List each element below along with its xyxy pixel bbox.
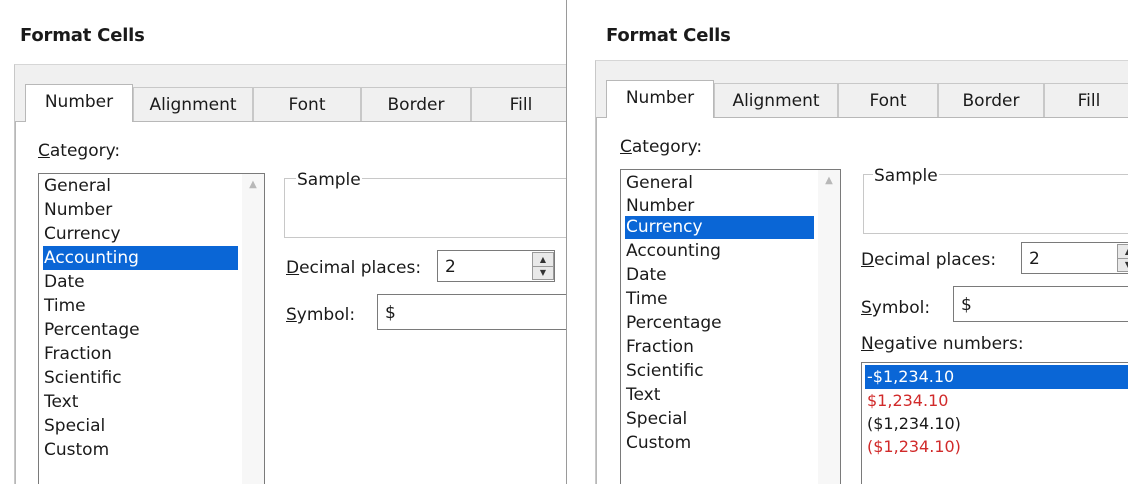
dialog-body: Number Alignment Font Border Fill Catego…: [14, 64, 566, 484]
list-item-selected[interactable]: Currency: [625, 216, 814, 239]
list-item[interactable]: Number: [625, 194, 814, 218]
list-item[interactable]: Text: [625, 383, 814, 407]
category-label: Category:: [38, 141, 121, 161]
spin-up-icon[interactable]: ▲: [1118, 245, 1128, 259]
symbol-label: Symbol:: [861, 298, 931, 318]
tab-font[interactable]: Font: [253, 87, 361, 121]
format-cells-dialog-right: Format Cells Number Alignment Font Borde…: [583, 0, 1128, 484]
scroll-up-icon[interactable]: ▲: [242, 174, 264, 196]
number-tab-content: Category: General Number Currency Accoun…: [596, 118, 1128, 484]
spin-down-icon[interactable]: ▼: [1118, 258, 1128, 271]
list-item[interactable]: Date: [625, 263, 814, 287]
list-item[interactable]: Percentage: [625, 311, 814, 335]
category-listbox[interactable]: General Number Currency Accounting Date …: [38, 173, 265, 484]
list-item[interactable]: Scientific: [43, 366, 238, 390]
category-scrollbar[interactable]: ▲: [818, 170, 840, 484]
symbol-label: Symbol:: [286, 305, 356, 325]
tab-alignment[interactable]: Alignment: [133, 87, 253, 121]
list-item[interactable]: General: [43, 174, 238, 198]
negative-option-red[interactable]: $1,234.10: [865, 389, 1128, 413]
category-scrollbar[interactable]: ▲: [242, 174, 264, 484]
list-item[interactable]: Fraction: [43, 342, 238, 366]
panel-gap: [566, 0, 583, 484]
list-item[interactable]: General: [625, 171, 814, 195]
tab-border[interactable]: Border: [361, 87, 471, 121]
tab-fill[interactable]: Fill: [1044, 83, 1128, 117]
list-item[interactable]: Scientific: [625, 359, 814, 383]
scroll-up-icon[interactable]: ▲: [818, 170, 840, 192]
number-tab-content: Category: General Number Currency Accoun…: [15, 122, 566, 484]
list-item[interactable]: Percentage: [43, 318, 238, 342]
negative-numbers-label: Negative numbers:: [861, 334, 1024, 354]
sample-label: Sample: [296, 170, 362, 190]
decimal-places-spinner[interactable]: ▲ ▼: [1117, 244, 1128, 272]
tab-border[interactable]: Border: [938, 83, 1044, 117]
list-item[interactable]: Custom: [625, 431, 814, 455]
tab-strip: Number Alignment Font Border Fill: [596, 80, 1128, 118]
tab-strip: Number Alignment Font Border Fill: [15, 84, 566, 122]
list-item-selected[interactable]: Accounting: [43, 246, 238, 270]
dialog-title: Format Cells: [20, 25, 145, 46]
negative-option-parentheses-red[interactable]: ($1,234.10): [865, 435, 1128, 459]
decimal-places-input[interactable]: 2: [1021, 242, 1128, 274]
negative-option-parentheses[interactable]: ($1,234.10): [865, 412, 1128, 436]
list-item[interactable]: Currency: [43, 222, 238, 246]
decimal-places-spinner[interactable]: ▲ ▼: [532, 252, 554, 280]
dialog-body: Number Alignment Font Border Fill Catego…: [595, 60, 1128, 484]
decimal-places-label: Decimal places:: [286, 258, 422, 278]
panel-separator: [566, 0, 567, 484]
spin-up-icon[interactable]: ▲: [533, 253, 553, 267]
list-item[interactable]: Time: [625, 287, 814, 311]
tab-font[interactable]: Font: [838, 83, 938, 117]
list-item[interactable]: Time: [43, 294, 238, 318]
category-listbox[interactable]: General Number Currency Accounting Date …: [620, 169, 841, 484]
tab-fill[interactable]: Fill: [471, 87, 566, 121]
list-item[interactable]: Number: [43, 198, 238, 222]
list-item[interactable]: Date: [43, 270, 238, 294]
decimal-places-label: Decimal places:: [861, 250, 997, 270]
sample-label: Sample: [873, 166, 939, 186]
format-cells-dialog-left: Format Cells Number Alignment Font Borde…: [0, 0, 566, 484]
tab-number[interactable]: Number: [25, 84, 133, 122]
symbol-select[interactable]: $: [953, 286, 1128, 322]
category-label-text: ategory:: [49, 141, 121, 161]
symbol-select[interactable]: $: [377, 294, 566, 330]
category-label: Category:: [620, 137, 703, 157]
negative-option-selected[interactable]: -$1,234.10: [865, 365, 1128, 389]
list-item[interactable]: Custom: [43, 438, 238, 462]
negative-numbers-listbox[interactable]: -$1,234.10 $1,234.10 ($1,234.10) ($1,234…: [861, 362, 1128, 484]
tab-number[interactable]: Number: [606, 80, 714, 118]
list-item[interactable]: Special: [625, 407, 814, 431]
tab-alignment[interactable]: Alignment: [714, 83, 838, 117]
spin-down-icon[interactable]: ▼: [533, 266, 553, 279]
list-item[interactable]: Special: [43, 414, 238, 438]
list-item[interactable]: Accounting: [625, 239, 814, 263]
dialog-title: Format Cells: [606, 25, 731, 46]
list-item[interactable]: Fraction: [625, 335, 814, 359]
list-item[interactable]: Text: [43, 390, 238, 414]
